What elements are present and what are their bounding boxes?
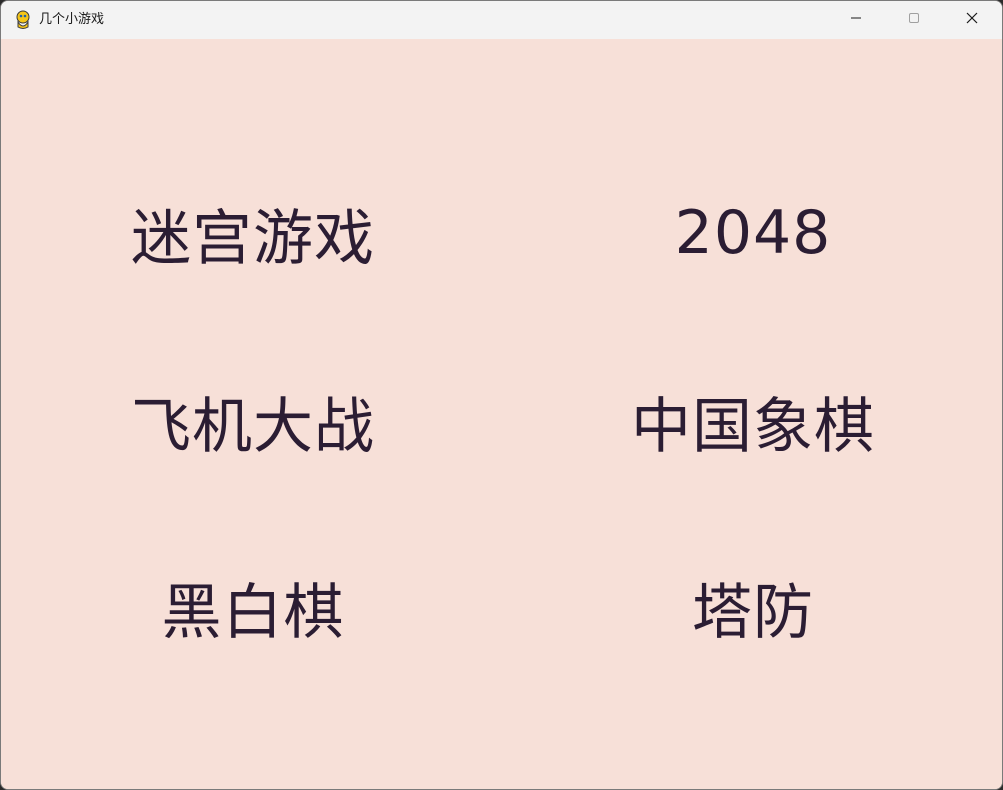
chinese-chess-button[interactable]: 中国象棋 bbox=[553, 381, 953, 462]
title-bar[interactable]: 几个小游戏 bbox=[1, 1, 1002, 39]
reversi-button[interactable]: 黑白棋 bbox=[53, 567, 453, 648]
app-window: 几个小游戏 迷宫游戏 2048 飞机大战 中国象棋 黑白棋 塔防 bbox=[0, 0, 1003, 790]
game-2048-button[interactable]: 2048 bbox=[553, 193, 953, 273]
window-title: 几个小游戏 bbox=[39, 12, 105, 27]
tower-defense-button[interactable]: 塔防 bbox=[553, 567, 953, 648]
maze-game-button[interactable]: 迷宫游戏 bbox=[53, 193, 453, 274]
game-menu: 迷宫游戏 2048 飞机大战 中国象棋 黑白棋 塔防 bbox=[1, 39, 1002, 789]
close-button[interactable] bbox=[943, 1, 1001, 39]
plane-war-button[interactable]: 飞机大战 bbox=[53, 381, 453, 462]
close-icon bbox=[966, 11, 978, 29]
minimize-button[interactable] bbox=[827, 1, 885, 39]
maximize-button[interactable] bbox=[885, 1, 943, 39]
minimize-icon bbox=[850, 11, 862, 29]
maximize-icon bbox=[908, 11, 920, 29]
pygame-snake-icon bbox=[13, 10, 33, 30]
